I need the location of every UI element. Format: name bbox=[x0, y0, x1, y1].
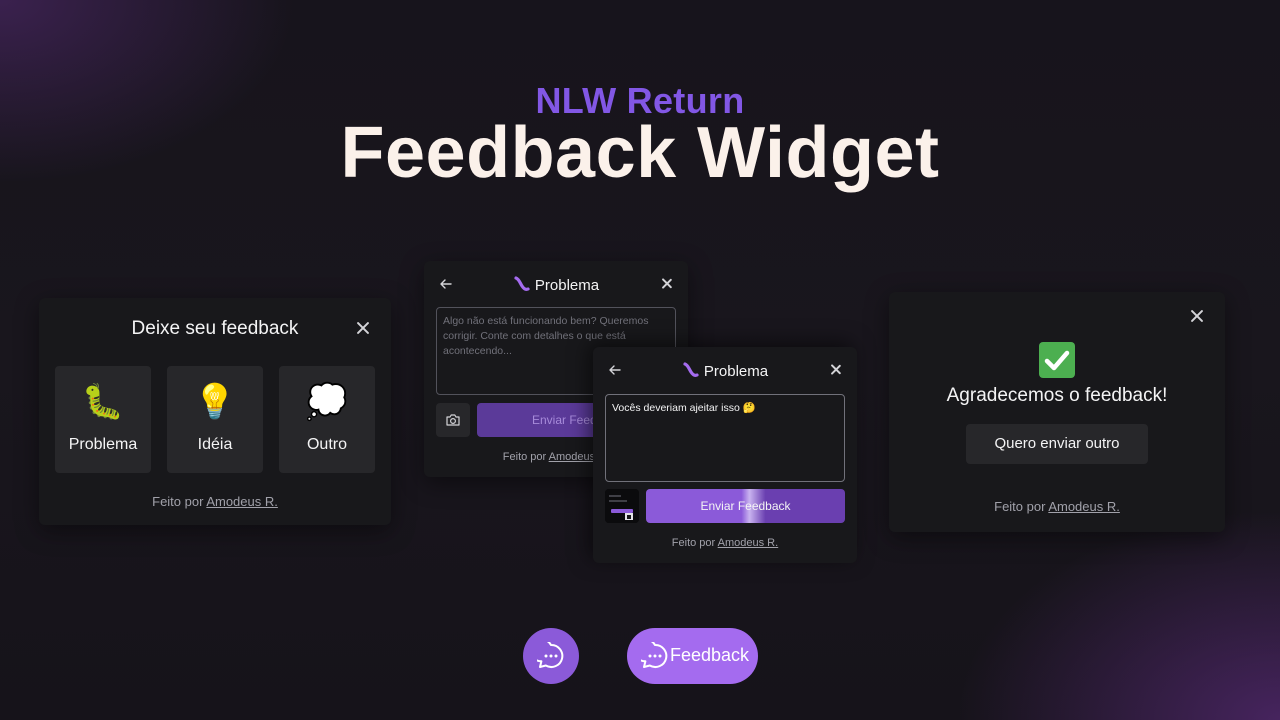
author-link[interactable]: Amodeus R. bbox=[718, 537, 779, 549]
send-feedback-button[interactable]: Enviar Feedback bbox=[646, 489, 845, 523]
close-icon[interactable] bbox=[661, 278, 672, 289]
card-header: Problema bbox=[424, 275, 688, 294]
checkmark-glyph bbox=[1044, 350, 1070, 371]
card-footer: Feito por Amodeus R. bbox=[889, 499, 1225, 514]
launcher-label: Feedback bbox=[670, 645, 750, 665]
type-label: Idéia bbox=[197, 436, 233, 453]
type-label: Problema bbox=[68, 436, 138, 453]
lightbulb-icon: 💡 bbox=[193, 383, 237, 421]
type-button-problema[interactable]: 🐛 Problema bbox=[55, 366, 151, 473]
author-link[interactable]: Amodeus R. bbox=[1048, 499, 1120, 514]
feedback-content-card-filled: Problema Vocês deveriam ajeitar isso 🤔 E… bbox=[593, 347, 857, 563]
footer-prefix: Feito por bbox=[502, 451, 549, 463]
screenshot-thumbnail[interactable] bbox=[605, 489, 639, 523]
feedback-launcher-expanded-button[interactable]: Feedback bbox=[627, 628, 758, 684]
success-message: Agradecemos o feedback! bbox=[946, 385, 1168, 406]
screenshot-preview-icon bbox=[605, 489, 639, 523]
close-icon[interactable] bbox=[356, 321, 370, 335]
chat-bubble-icon bbox=[537, 642, 564, 668]
footer-prefix: Feito por bbox=[152, 494, 207, 509]
card-footer: Feito por Amodeus R. bbox=[593, 537, 857, 549]
hero-title: Feedback Widget bbox=[340, 113, 940, 193]
author-link[interactable]: Amodeus R. bbox=[206, 494, 278, 509]
bug-icon: 🐛 bbox=[81, 383, 125, 421]
footer-prefix: Feito por bbox=[671, 537, 718, 549]
card-footer: Feito por Amodeus R. bbox=[39, 494, 391, 509]
type-label: Outro bbox=[306, 436, 347, 453]
thought-bubble-icon: 💭 bbox=[305, 383, 349, 421]
card-title: Deixe seu feedback bbox=[131, 318, 299, 339]
bug-icon bbox=[514, 276, 530, 291]
footer-prefix: Feito por bbox=[994, 499, 1049, 514]
camera-icon bbox=[446, 414, 460, 426]
screenshot-button[interactable] bbox=[436, 403, 470, 437]
check-icon bbox=[1039, 342, 1075, 378]
feedback-type-card: Deixe seu feedback 🐛 Problema 💡 Idéia 💭 … bbox=[39, 298, 391, 525]
bug-icon bbox=[683, 362, 699, 377]
card-title: Problema bbox=[703, 363, 769, 380]
card-header: Problema bbox=[593, 361, 857, 380]
close-icon[interactable] bbox=[1190, 309, 1204, 323]
feedback-textarea[interactable]: Vocês deveriam ajeitar isso 🤔 bbox=[605, 394, 845, 482]
card-title: Problema bbox=[534, 277, 600, 294]
feedback-launcher-button[interactable] bbox=[523, 628, 579, 684]
send-another-button[interactable]: Quero enviar outro bbox=[966, 424, 1148, 464]
chat-bubble-icon bbox=[641, 642, 668, 668]
type-button-ideia[interactable]: 💡 Idéia bbox=[167, 366, 263, 473]
feedback-success-card: Agradecemos o feedback! Quero enviar out… bbox=[889, 292, 1225, 532]
close-icon[interactable] bbox=[830, 364, 841, 375]
type-button-outro[interactable]: 💭 Outro bbox=[279, 366, 375, 473]
